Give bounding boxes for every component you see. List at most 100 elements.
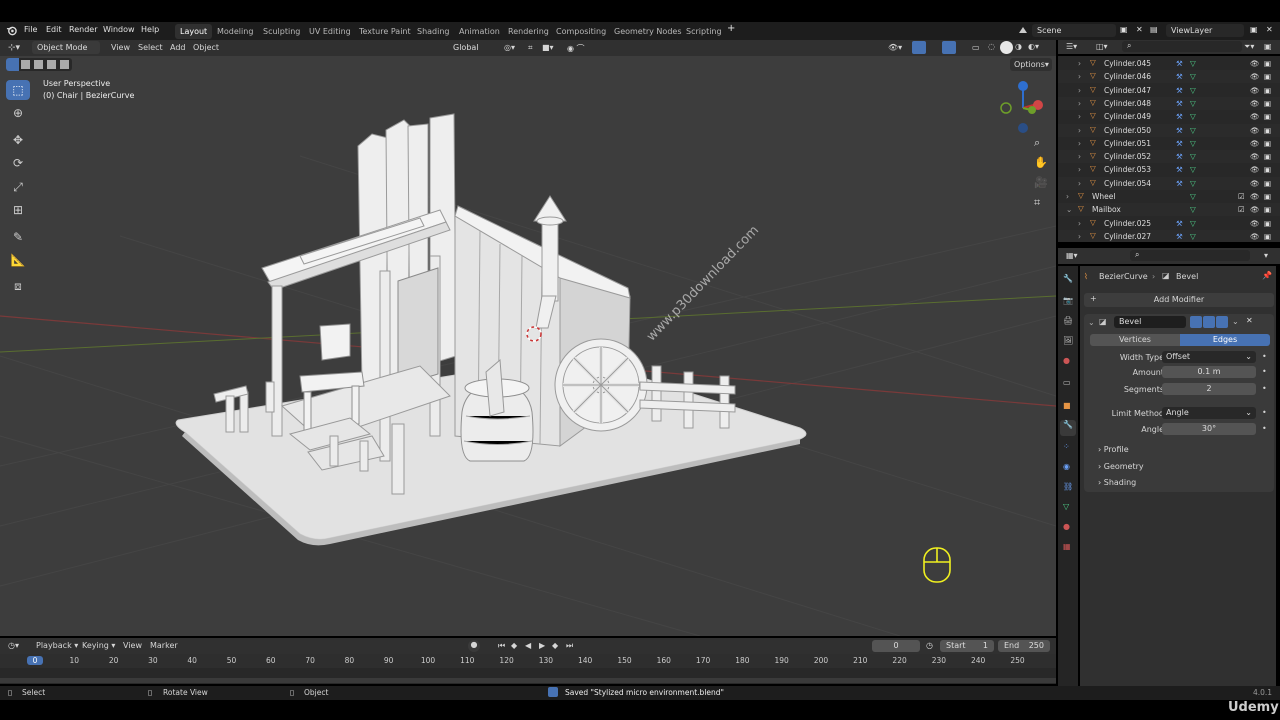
data-tab-icon[interactable]: ▽ bbox=[1063, 502, 1069, 511]
angle-keyframe-icon[interactable]: • bbox=[1262, 424, 1267, 433]
outliner-item[interactable]: › ▽ Wheel ▽ ☑ 👁 ▣ bbox=[1058, 190, 1280, 203]
modifier-wrench-icon[interactable]: ⚒ bbox=[1176, 179, 1183, 188]
mesh-data-icon[interactable]: ▽ bbox=[1190, 86, 1196, 95]
mode-selector[interactable]: Object Mode bbox=[32, 41, 100, 54]
modifier-wrench-icon[interactable]: ⚒ bbox=[1176, 219, 1183, 228]
outliner-item[interactable]: › ▽ Cylinder.046 ⚒ ▽ 👁 ▣ bbox=[1058, 70, 1280, 84]
modifier-wrench-icon[interactable]: ⚒ bbox=[1176, 126, 1183, 135]
cursor-tool-icon[interactable]: ⊕ bbox=[6, 103, 30, 123]
eye-icon[interactable]: 👁 bbox=[1250, 205, 1260, 214]
camera-render-icon[interactable]: ▣ bbox=[1264, 232, 1271, 241]
exclude-checkbox-icon[interactable]: ☑ bbox=[1238, 205, 1245, 214]
timeline-menu-keying[interactable]: Keying ▾ bbox=[82, 641, 115, 650]
chevron-right-icon[interactable]: › bbox=[1078, 219, 1081, 228]
camera-render-icon[interactable]: ▣ bbox=[1264, 112, 1271, 121]
modifier-tab-icon[interactable]: 🔧 bbox=[1060, 420, 1076, 436]
tab-sculpting[interactable]: Sculpting bbox=[258, 24, 305, 39]
mesh-data-icon[interactable]: ▽ bbox=[1190, 139, 1196, 148]
outliner-item[interactable]: › ▽ Cylinder.050 ⚒ ▽ 👁 ▣ bbox=[1058, 123, 1280, 137]
eye-icon[interactable]: 👁 bbox=[1250, 72, 1260, 81]
tab-geometry-nodes[interactable]: Geometry Nodes bbox=[609, 24, 686, 39]
outliner-item[interactable]: › ▽ Cylinder.045 ⚒ ▽ 👁 ▣ bbox=[1058, 57, 1280, 70]
new-scene-icon[interactable]: ▣ bbox=[1120, 25, 1128, 34]
solid-shading-icon[interactable] bbox=[1000, 41, 1013, 54]
remove-scene-icon[interactable]: ✕ bbox=[1136, 25, 1143, 34]
subpanel-geometry[interactable]: › Geometry bbox=[1098, 462, 1144, 471]
new-collection-icon[interactable]: ▣ bbox=[1264, 42, 1272, 51]
select-invert-icon[interactable] bbox=[47, 60, 56, 69]
visibility-icon[interactable]: 👁▾ bbox=[888, 43, 902, 52]
viewport-menu-add[interactable]: Add bbox=[170, 43, 186, 52]
mesh-data-icon[interactable]: ▽ bbox=[1190, 152, 1196, 161]
camera-render-icon[interactable]: ▣ bbox=[1264, 165, 1271, 174]
jump-end-icon[interactable]: ⏭ bbox=[566, 641, 573, 651]
limit-method-select[interactable]: Angle ⌄ bbox=[1162, 407, 1256, 419]
end-frame-field[interactable]: End 250 bbox=[998, 640, 1050, 652]
transform-orientation[interactable]: Global bbox=[448, 41, 498, 54]
eye-icon[interactable]: 👁 bbox=[1250, 126, 1260, 135]
affect-vertices-tab[interactable]: Vertices bbox=[1090, 334, 1180, 346]
subpanel-profile[interactable]: › Profile bbox=[1098, 445, 1129, 454]
mesh-data-icon[interactable]: ▽ bbox=[1190, 205, 1196, 214]
modifier-wrench-icon[interactable]: ⚒ bbox=[1176, 86, 1183, 95]
select-intersect-icon[interactable] bbox=[60, 60, 69, 69]
timeline-menu-view[interactable]: View bbox=[123, 641, 142, 650]
view-layer-selector[interactable]: ViewLayer bbox=[1166, 24, 1244, 37]
output-tab-icon[interactable]: 🖨 bbox=[1063, 316, 1073, 325]
mesh-data-icon[interactable]: ▽ bbox=[1190, 179, 1196, 188]
xray-icon[interactable]: ▭ bbox=[972, 43, 980, 52]
modifier-wrench-icon[interactable]: ⚒ bbox=[1176, 165, 1183, 174]
annotate-tool-icon[interactable]: ✎ bbox=[6, 227, 30, 247]
tab-compositing[interactable]: Compositing bbox=[551, 24, 611, 39]
timeline-menu-marker[interactable]: Marker bbox=[150, 641, 178, 650]
tab-shading[interactable]: Shading bbox=[412, 24, 455, 39]
new-view-layer-icon[interactable]: ▣ bbox=[1250, 25, 1258, 34]
tab-layout[interactable]: Layout bbox=[175, 24, 213, 39]
eye-icon[interactable]: 👁 bbox=[1250, 59, 1260, 68]
select-subtract-icon[interactable] bbox=[34, 60, 43, 69]
chevron-right-icon[interactable]: › bbox=[1078, 99, 1081, 108]
outliner-item[interactable]: › ▽ Cylinder.054 ⚒ ▽ 👁 ▣ bbox=[1058, 176, 1280, 190]
segments-field[interactable]: 2 bbox=[1162, 383, 1256, 395]
eye-icon[interactable]: 👁 bbox=[1250, 179, 1260, 188]
camera-view-icon[interactable]: 🎥 bbox=[1034, 176, 1048, 189]
viewport-menu-select[interactable]: Select bbox=[138, 43, 163, 52]
snap-icon[interactable]: ⌗ bbox=[528, 43, 533, 53]
eye-icon[interactable]: 👁 bbox=[1250, 232, 1260, 241]
outliner-item[interactable]: › ▽ Cylinder.048 ⚒ ▽ 👁 ▣ bbox=[1058, 96, 1280, 110]
gizmo-toggle-icon[interactable] bbox=[912, 41, 926, 54]
chevron-right-icon[interactable]: › bbox=[1078, 112, 1081, 121]
timeline-editor-type-icon[interactable]: ◷▾ bbox=[8, 641, 19, 650]
menu-render[interactable]: Render bbox=[69, 25, 97, 34]
orthographic-grid-icon[interactable]: ⌗ bbox=[1034, 196, 1040, 210]
chevron-right-icon[interactable]: › bbox=[1078, 165, 1081, 174]
properties-editor-type-icon[interactable]: ▦▾ bbox=[1066, 251, 1078, 260]
start-frame-field[interactable]: Start 1 bbox=[940, 640, 994, 652]
viewport-menu-object[interactable]: Object bbox=[193, 43, 219, 52]
outliner-item[interactable]: › ▽ Cylinder.052 ⚒ ▽ 👁 ▣ bbox=[1058, 150, 1280, 164]
scale-tool-icon[interactable]: ⤢ bbox=[6, 177, 30, 197]
pivot-point-icon[interactable]: ◎▾ bbox=[504, 43, 515, 52]
pin-icon[interactable]: 📌 bbox=[1262, 271, 1272, 280]
preview-range-icon[interactable]: ◷ bbox=[926, 641, 933, 650]
timeline-scrollbar[interactable] bbox=[0, 678, 1056, 683]
options-button[interactable]: Options▾ bbox=[1010, 58, 1052, 71]
play-icon[interactable]: ▶ bbox=[539, 641, 545, 650]
camera-render-icon[interactable]: ▣ bbox=[1264, 99, 1271, 108]
3d-viewport[interactable]: www.p30download.com User Perspective (0)… bbox=[0, 56, 1056, 636]
tab-rendering[interactable]: Rendering bbox=[503, 24, 554, 39]
outliner-item[interactable]: › ▽ Cylinder.027 ⚒ ▽ 👁 ▣ bbox=[1058, 229, 1280, 242]
material-tab-icon[interactable]: ● bbox=[1063, 522, 1070, 531]
amount-field[interactable]: 0.1 m bbox=[1162, 366, 1256, 378]
camera-render-icon[interactable]: ▣ bbox=[1264, 219, 1271, 228]
outliner-item[interactable]: › ▽ Cylinder.051 ⚒ ▽ 👁 ▣ bbox=[1058, 137, 1280, 150]
camera-render-icon[interactable]: ▣ bbox=[1264, 205, 1271, 214]
chevron-right-icon[interactable]: › bbox=[1078, 139, 1081, 148]
outliner-editor-type-icon[interactable]: ☰▾ bbox=[1066, 42, 1077, 51]
amount-keyframe-icon[interactable]: • bbox=[1262, 367, 1267, 376]
auto-keying-icon[interactable]: ● bbox=[468, 640, 480, 652]
outliner-item[interactable]: › ▽ Cylinder.047 ⚒ ▽ 👁 ▣ bbox=[1058, 84, 1280, 97]
menu-window[interactable]: Window bbox=[103, 25, 135, 34]
mesh-data-icon[interactable]: ▽ bbox=[1190, 219, 1196, 228]
play-reverse-icon[interactable]: ◀ bbox=[525, 641, 531, 650]
